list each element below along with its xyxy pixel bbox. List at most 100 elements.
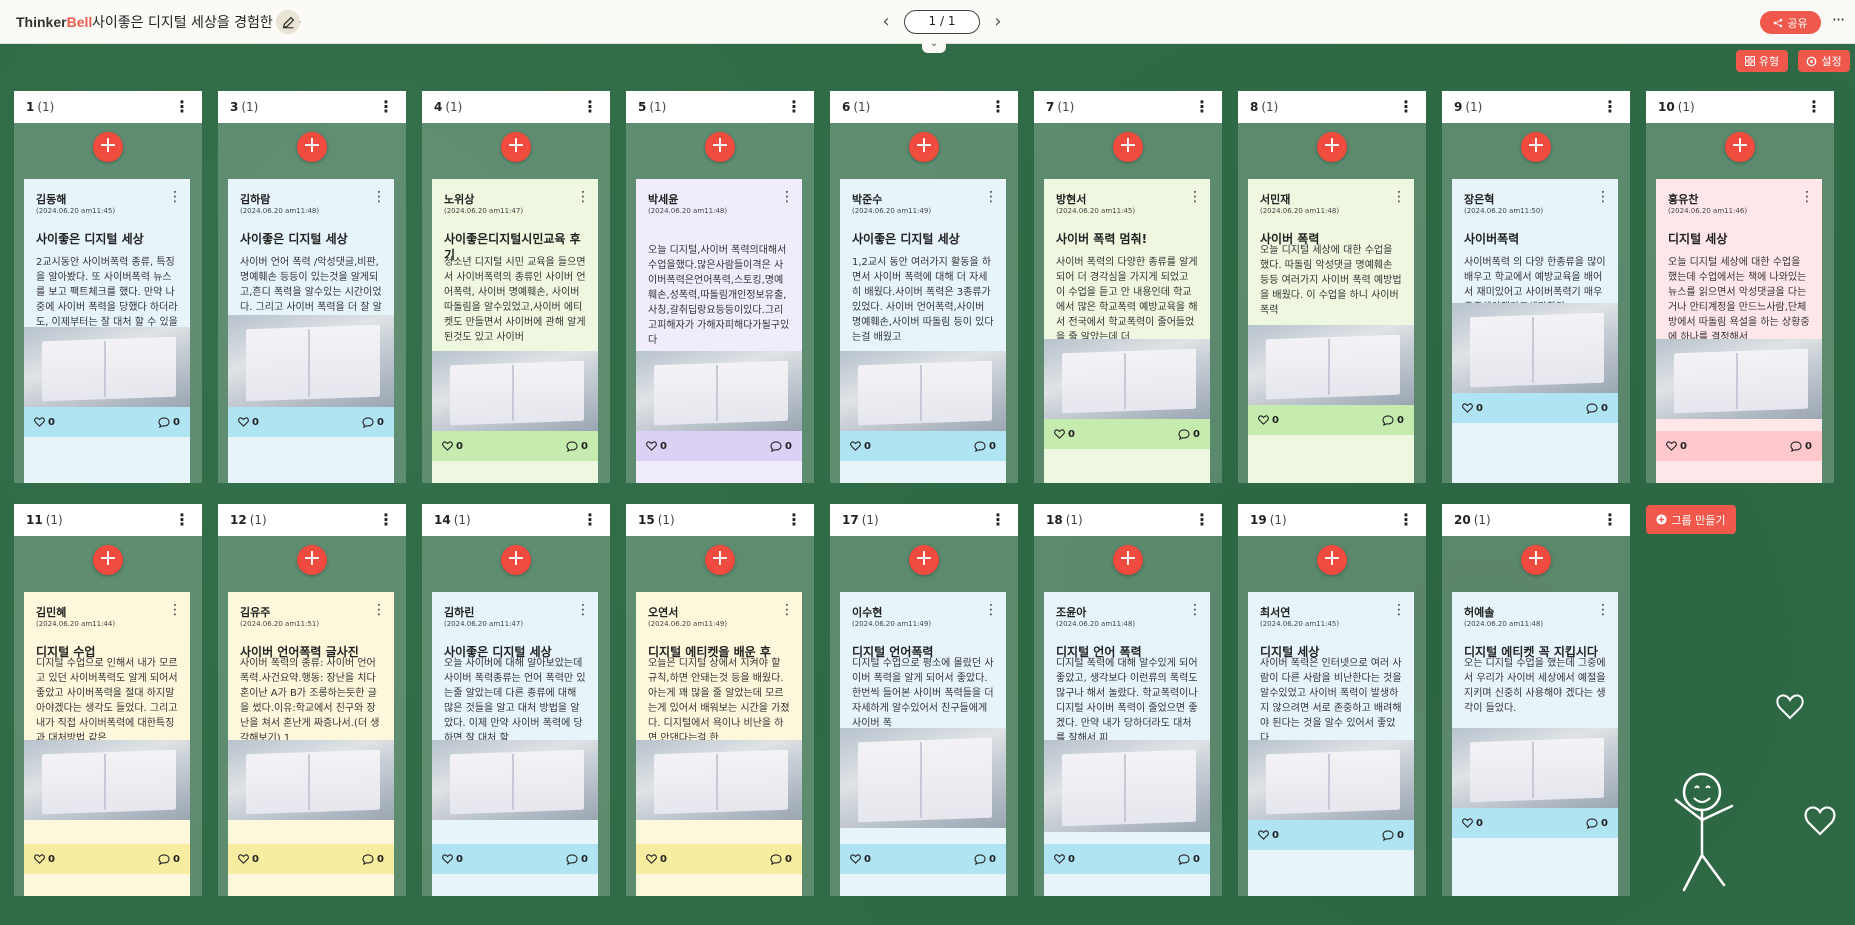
like-button[interactable]: 0 <box>1054 854 1075 865</box>
post-card[interactable]: 노위상 (2024.06.20 am11:47) ⋮ 사이좋은디지털시민교육 후… <box>432 179 598 483</box>
post-menu-icon[interactable]: ⋮ <box>984 602 998 618</box>
post-card[interactable]: 박준수 (2024.06.20 am11:49) ⋮ 사이좋은 디지털 세상 1… <box>840 179 1006 483</box>
next-page-button[interactable]: › <box>990 10 1006 34</box>
post-photo[interactable] <box>1452 303 1618 393</box>
add-post-button[interactable]: + <box>1725 132 1755 162</box>
add-post-button[interactable]: + <box>93 132 123 162</box>
post-photo[interactable] <box>432 740 598 820</box>
add-post-button[interactable]: + <box>1317 132 1347 162</box>
comment-button[interactable]: 0 <box>362 417 384 428</box>
post-photo[interactable] <box>840 351 1006 431</box>
post-menu-icon[interactable]: ⋮ <box>1596 189 1610 205</box>
like-button[interactable]: 0 <box>1462 403 1483 414</box>
post-photo[interactable] <box>1656 339 1822 419</box>
like-button[interactable]: 0 <box>34 417 55 428</box>
column-menu-icon[interactable]: ⋮ <box>1194 97 1210 117</box>
like-button[interactable]: 0 <box>646 854 667 865</box>
like-button[interactable]: 0 <box>238 417 259 428</box>
like-button[interactable]: 0 <box>1054 429 1075 440</box>
column-menu-icon[interactable]: ⋮ <box>1194 510 1210 530</box>
add-post-button[interactable]: + <box>1113 132 1143 162</box>
post-photo[interactable] <box>24 740 190 820</box>
like-button[interactable]: 0 <box>646 441 667 452</box>
settings-button[interactable]: 설정 <box>1798 50 1850 72</box>
like-button[interactable]: 0 <box>850 854 871 865</box>
column-menu-icon[interactable]: ⋮ <box>378 510 394 530</box>
add-post-button[interactable]: + <box>501 545 531 575</box>
column-menu-icon[interactable]: ⋮ <box>1806 97 1822 117</box>
column-menu-icon[interactable]: ⋮ <box>1398 97 1414 117</box>
post-photo[interactable] <box>1248 740 1414 820</box>
add-post-button[interactable]: + <box>297 545 327 575</box>
add-post-button[interactable]: + <box>501 132 531 162</box>
post-menu-icon[interactable]: ⋮ <box>168 602 182 618</box>
edit-title-button[interactable] <box>276 10 300 34</box>
post-menu-icon[interactable]: ⋮ <box>372 602 386 618</box>
post-card[interactable]: 장은혁 (2024.06.20 am11:50) ⋮ 사이버폭력 사이버폭력 의… <box>1452 179 1618 483</box>
post-card[interactable]: 김유주 (2024.06.20 am11:51) ⋮ 사이버 언어폭력 글사진 … <box>228 592 394 896</box>
column-menu-icon[interactable]: ⋮ <box>582 97 598 117</box>
add-post-button[interactable]: + <box>1113 545 1143 575</box>
post-card[interactable]: 김하람 (2024.06.20 am11:48) ⋮ 사이좋은 디지털 세상 사… <box>228 179 394 483</box>
comment-button[interactable]: 0 <box>1178 429 1200 440</box>
comment-button[interactable]: 0 <box>770 854 792 865</box>
column-menu-icon[interactable]: ⋮ <box>786 510 802 530</box>
create-group-button[interactable]: 그룹 만들기 <box>1646 505 1736 534</box>
post-card[interactable]: 김민혜 (2024.06.20 am11:44) ⋮ 디지털 수업 디지털 수업… <box>24 592 190 896</box>
comment-button[interactable]: 0 <box>362 854 384 865</box>
post-menu-icon[interactable]: ⋮ <box>984 189 998 205</box>
add-post-button[interactable]: + <box>1521 132 1551 162</box>
post-menu-icon[interactable]: ⋮ <box>576 602 590 618</box>
post-card[interactable]: 서민재 (2024.06.20 am11:48) ⋮ 사이버 폭력 오늘 디지털… <box>1248 179 1414 483</box>
comment-button[interactable]: 0 <box>770 441 792 452</box>
collapse-header-button[interactable]: ⌄ <box>922 37 946 53</box>
add-post-button[interactable]: + <box>1521 545 1551 575</box>
like-button[interactable]: 0 <box>34 854 55 865</box>
post-menu-icon[interactable]: ⋮ <box>1392 602 1406 618</box>
layout-type-button[interactable]: 유형 <box>1736 50 1788 72</box>
post-card[interactable]: 조윤아 (2024.06.20 am11:48) ⋮ 디지털 언어 폭력 디지털… <box>1044 592 1210 896</box>
like-button[interactable]: 0 <box>1258 830 1279 841</box>
post-photo[interactable] <box>840 728 1006 828</box>
comment-button[interactable]: 0 <box>1382 415 1404 426</box>
column-menu-icon[interactable]: ⋮ <box>990 510 1006 530</box>
comment-button[interactable]: 0 <box>1382 830 1404 841</box>
column-menu-icon[interactable]: ⋮ <box>174 510 190 530</box>
like-button[interactable]: 0 <box>442 854 463 865</box>
column-menu-icon[interactable]: ⋮ <box>582 510 598 530</box>
post-card[interactable]: 방현서 (2024.06.20 am11:45) ⋮ 사이버 폭력 멈춰! 사이… <box>1044 179 1210 483</box>
post-photo[interactable] <box>228 315 394 407</box>
add-post-button[interactable]: + <box>705 132 735 162</box>
post-photo[interactable] <box>1248 325 1414 405</box>
comment-button[interactable]: 0 <box>974 441 996 452</box>
post-menu-icon[interactable]: ⋮ <box>576 189 590 205</box>
like-button[interactable]: 0 <box>1666 441 1687 452</box>
post-card[interactable]: 박세윤 (2024.06.20 am11:48) ⋮ 오늘 디지털,사이버 폭력… <box>636 179 802 483</box>
post-photo[interactable] <box>228 740 394 820</box>
add-post-button[interactable]: + <box>909 132 939 162</box>
add-post-button[interactable]: + <box>909 545 939 575</box>
like-button[interactable]: 0 <box>238 854 259 865</box>
comment-button[interactable]: 0 <box>158 417 180 428</box>
comment-button[interactable]: 0 <box>1178 854 1200 865</box>
like-button[interactable]: 0 <box>850 441 871 452</box>
comment-button[interactable]: 0 <box>974 854 996 865</box>
like-button[interactable]: 0 <box>1462 818 1483 829</box>
post-menu-icon[interactable]: ⋮ <box>1188 602 1202 618</box>
post-menu-icon[interactable]: ⋮ <box>1800 189 1814 205</box>
post-card[interactable]: 김동해 (2024.06.20 am11:45) ⋮ 사이좋은 디지털 세상 2… <box>24 179 190 483</box>
post-photo[interactable] <box>636 351 802 431</box>
post-menu-icon[interactable]: ⋮ <box>780 602 794 618</box>
post-photo[interactable] <box>1452 728 1618 808</box>
comment-button[interactable]: 0 <box>566 854 588 865</box>
post-photo[interactable] <box>432 351 598 431</box>
comment-button[interactable]: 0 <box>566 441 588 452</box>
column-menu-icon[interactable]: ⋮ <box>786 97 802 117</box>
post-menu-icon[interactable]: ⋮ <box>1188 189 1202 205</box>
add-post-button[interactable]: + <box>705 545 735 575</box>
post-card[interactable]: 최서연 (2024.06.20 am11:45) ⋮ 디지털 세상 사이버 폭력… <box>1248 592 1414 896</box>
comment-button[interactable]: 0 <box>158 854 180 865</box>
post-card[interactable]: 허예솔 (2024.06.20 am11:48) ⋮ 디지털 에티켓 꼭 지킵시… <box>1452 592 1618 896</box>
add-post-button[interactable]: + <box>93 545 123 575</box>
post-photo[interactable] <box>1044 740 1210 832</box>
